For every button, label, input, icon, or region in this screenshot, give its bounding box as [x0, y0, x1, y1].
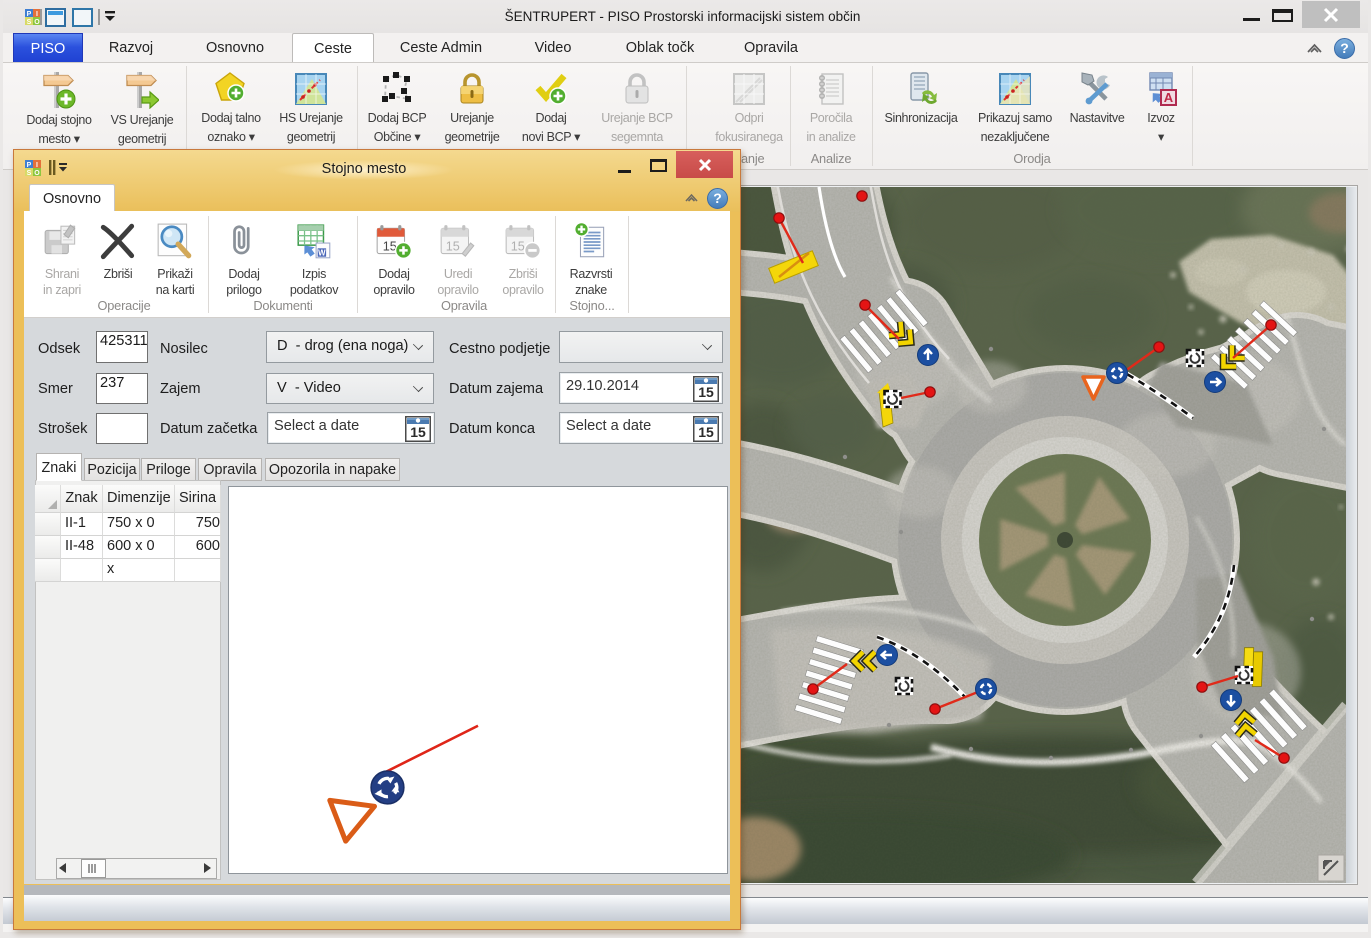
svg-text:15: 15 — [446, 239, 460, 253]
svg-text:15: 15 — [511, 239, 525, 253]
svg-text:S: S — [27, 19, 32, 26]
svg-text:15: 15 — [698, 424, 714, 440]
svg-text:W: W — [318, 249, 326, 258]
svg-text:O: O — [34, 19, 40, 26]
svg-text:15: 15 — [698, 384, 714, 400]
svg-text:I: I — [36, 11, 38, 18]
svg-text:15: 15 — [383, 239, 397, 253]
svg-text:A: A — [1164, 90, 1174, 105]
svg-text:P: P — [27, 11, 32, 18]
svg-text:15: 15 — [410, 424, 426, 440]
